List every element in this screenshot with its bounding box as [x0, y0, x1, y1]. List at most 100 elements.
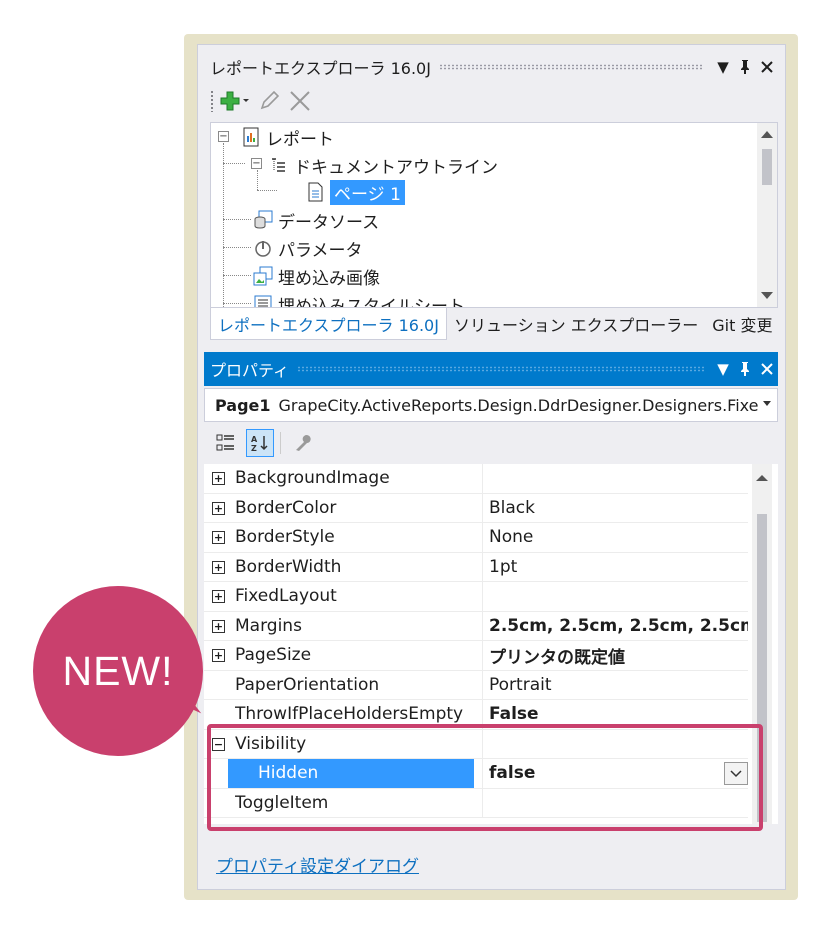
property-value[interactable] [482, 464, 748, 493]
property-name: BorderStyle [235, 527, 335, 548]
add-button[interactable] [220, 88, 252, 114]
tree-scrollbar[interactable] [757, 123, 777, 307]
tree-connector [257, 190, 277, 191]
property-name: BackgroundImage [235, 468, 390, 489]
expand-icon[interactable]: + [212, 590, 225, 603]
property-row-pagesize[interactable]: + PageSize プリンタの既定値 [204, 641, 748, 671]
tree-item-label: ページ 1 [330, 179, 405, 205]
object-selector[interactable]: Page1 GrapeCity.ActiveReports.Design.Ddr… [204, 388, 778, 422]
expand-icon[interactable]: + [212, 501, 225, 515]
wrench-icon [296, 435, 311, 451]
scrollbar-thumb[interactable] [762, 149, 772, 185]
property-name: BorderWidth [235, 556, 342, 577]
collapse-icon[interactable]: − [251, 158, 262, 169]
database-icon [254, 210, 273, 229]
expand-icon[interactable]: + [212, 531, 225, 544]
delete-x-icon [290, 91, 310, 111]
tree-connector [223, 275, 251, 276]
property-value[interactable]: Black [482, 493, 748, 522]
tree-connector [257, 170, 258, 190]
edit-button[interactable] [258, 88, 282, 114]
tree-item-report[interactable]: レポート [241, 123, 334, 151]
tab-report-explorer[interactable]: レポートエクスプローラ 16.0J [210, 308, 447, 340]
categorized-button[interactable] [212, 429, 240, 457]
tab-solution-explorer[interactable]: ソリューション エクスプローラー [447, 308, 705, 340]
tree-item-page-1[interactable]: ページ 1 [305, 178, 405, 206]
delete-button[interactable] [288, 88, 312, 114]
toolbar-separator [280, 432, 281, 454]
property-row-borderstyle[interactable]: + BorderStyle None [204, 523, 748, 553]
property-name: BorderColor [235, 497, 337, 518]
report-explorer-window: レポートエクスプローラ 16.0J ▼ − − レポート ドキュメントアウトライ… [204, 50, 778, 340]
property-value[interactable]: Portrait [482, 670, 748, 699]
properties-toolbar: AZ [204, 424, 778, 462]
property-row-backgroundimage[interactable]: + BackgroundImage [204, 464, 748, 494]
property-row-fixedlayout[interactable]: + FixedLayout [204, 582, 748, 612]
outline-icon [272, 158, 285, 172]
property-value[interactable]: 2.5cm, 2.5cm, 2.5cm, 2.5cm [482, 611, 748, 640]
pencil-icon [260, 90, 280, 110]
collapse-icon[interactable]: − [218, 131, 229, 142]
report-icon [243, 127, 259, 147]
tree-item-label: ドキュメントアウトライン [294, 157, 498, 178]
tree-item-label: 埋め込みスタイルシート [278, 296, 465, 308]
tree-item-document-outline[interactable]: ドキュメントアウトライン [269, 151, 498, 179]
properties-titlebar: プロパティ ▼ [204, 352, 778, 386]
scroll-up-icon[interactable] [752, 468, 772, 488]
explorer-tab-strip: レポートエクスプローラ 16.0J ソリューション エクスプローラー Git 変… [210, 308, 778, 340]
highlight-box [207, 724, 763, 831]
expand-icon[interactable]: + [212, 619, 225, 633]
tree-item-label: レポート [266, 129, 334, 150]
expand-icon[interactable]: + [212, 472, 225, 485]
tree-item-parameters[interactable]: パラメータ [253, 234, 363, 262]
dropdown-arrow-icon[interactable]: ▼ [712, 56, 734, 78]
report-explorer-title: レポートエクスプローラ 16.0J [210, 59, 431, 78]
property-row-borderwidth[interactable]: + BorderWidth 1pt [204, 552, 748, 582]
property-value[interactable]: プリンタの既定値 [482, 641, 748, 670]
tree-item-embedded-stylesheets[interactable]: 埋め込みスタイルシート [253, 290, 465, 308]
property-row-margins[interactable]: + Margins 2.5cm, 2.5cm, 2.5cm, 2.5cm [204, 611, 748, 641]
tree-connector [223, 219, 251, 220]
property-row-bordercolor[interactable]: + BorderColor Black [204, 493, 748, 523]
scroll-up-icon[interactable] [761, 131, 773, 138]
tab-git-changes[interactable]: Git 変更 [705, 308, 779, 340]
tree-item-embedded-images[interactable]: 埋め込み画像 [253, 262, 380, 290]
property-value[interactable] [482, 582, 748, 611]
tree-item-data-source[interactable]: データソース [253, 206, 379, 234]
object-name: Page1 [215, 395, 271, 415]
expand-icon[interactable]: + [212, 649, 225, 662]
titlebar-grip[interactable] [438, 64, 704, 70]
toolbar-grip[interactable] [210, 90, 214, 112]
tree-item-label: パラメータ [278, 240, 363, 261]
close-icon[interactable] [756, 56, 778, 78]
report-explorer-titlebar: レポートエクスプローラ 16.0J ▼ [204, 50, 778, 84]
report-explorer-toolbar [204, 86, 778, 116]
property-value[interactable]: 1pt [482, 552, 748, 581]
property-row-paperorientation[interactable]: PaperOrientation Portrait [204, 670, 748, 700]
report-tree[interactable]: − − レポート ドキュメントアウトライン ページ 1 データソース パラメータ… [210, 122, 778, 308]
tree-connector [223, 143, 224, 307]
scroll-down-icon[interactable] [761, 292, 773, 299]
property-value[interactable]: None [482, 523, 748, 552]
expand-icon[interactable]: + [212, 560, 225, 574]
pin-icon[interactable] [734, 56, 756, 78]
callout-text: NEW! [62, 647, 174, 694]
property-pages-button[interactable] [289, 429, 317, 457]
property-name: Margins [235, 615, 302, 636]
chevron-down-icon [763, 401, 771, 406]
svg-text:A: A [251, 435, 258, 444]
titlebar-grip[interactable] [297, 366, 704, 372]
property-name: FixedLayout [235, 586, 337, 607]
page-icon [308, 182, 323, 202]
close-icon[interactable] [756, 358, 778, 380]
sort-az-icon: AZ [251, 435, 268, 453]
alphabetical-button[interactable]: AZ [246, 429, 274, 457]
properties-title: プロパティ [210, 361, 290, 380]
categorized-icon [216, 434, 234, 451]
tree-connector [223, 303, 251, 304]
svg-text:Z: Z [251, 444, 257, 453]
stylesheet-icon [254, 295, 272, 307]
dropdown-arrow-icon[interactable]: ▼ [712, 358, 734, 380]
property-dialog-link[interactable]: プロパティ設定ダイアログ [216, 852, 419, 877]
pin-icon[interactable] [734, 358, 756, 380]
